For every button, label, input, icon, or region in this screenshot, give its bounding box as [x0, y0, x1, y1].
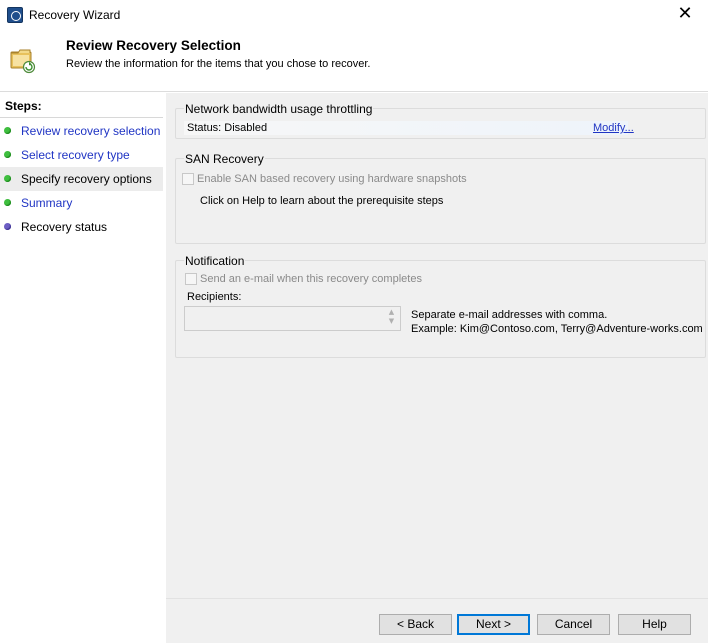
group-legend: Network bandwidth usage throttling [184, 102, 374, 116]
page-subtitle: Review the information for the items tha… [66, 58, 371, 70]
email-notification-checkbox-label: Send an e-mail when this recovery comple… [200, 273, 422, 285]
folder-restore-icon [10, 49, 36, 74]
san-recovery-checkbox[interactable] [182, 173, 194, 185]
email-notification-checkbox[interactable] [185, 273, 197, 285]
recovery-options-panel: Network bandwidth usage throttling Statu… [166, 93, 708, 643]
step-label: Review recovery selection [21, 124, 161, 138]
step-label: Recovery status [21, 220, 108, 234]
step-select-recovery-type[interactable]: Select recovery type [0, 143, 163, 167]
throttling-status: Status: Disabled [187, 122, 268, 134]
step-pending-dot-icon [4, 223, 11, 230]
back-button[interactable]: < Back [379, 614, 452, 635]
help-button[interactable]: Help [618, 614, 691, 635]
step-complete-dot-icon [4, 199, 11, 206]
steps-heading: Steps: [5, 99, 42, 113]
step-label: Select recovery type [21, 148, 130, 162]
email-separator-note-line1: Separate e-mail addresses with comma. [411, 309, 608, 321]
step-recovery-status: Recovery status [0, 215, 163, 239]
scroll-up-icon[interactable]: ▲ [386, 308, 397, 317]
wizard-button-bar: < Back Next > Cancel Help [166, 598, 708, 643]
next-button[interactable]: Next > [457, 614, 530, 635]
group-legend: Notification [184, 254, 246, 268]
email-separator-note-line2: Example: Kim@Contoso.com, Terry@Adventur… [411, 323, 703, 335]
step-complete-dot-icon [4, 127, 11, 134]
notification-group: Notification Send an e-mail when this re… [175, 254, 706, 358]
window-title: Recovery Wizard [29, 8, 121, 22]
page-title: Review Recovery Selection [66, 38, 241, 53]
step-summary[interactable]: Summary [0, 191, 163, 215]
wizard-header: Review Recovery Selection Review the inf… [0, 30, 708, 92]
recipients-input[interactable] [184, 306, 401, 331]
recipients-label: Recipients: [187, 291, 242, 303]
steps-pane: Steps: Review recovery selection Select … [0, 93, 163, 643]
step-complete-dot-icon [4, 151, 11, 158]
step-label: Summary [21, 196, 73, 210]
san-recovery-group: SAN Recovery Enable SAN based recovery u… [175, 152, 706, 244]
step-review-recovery-selection[interactable]: Review recovery selection [0, 119, 163, 143]
email-separator-note: Separate e-mail addresses with comma. Ex… [411, 308, 703, 336]
cancel-button[interactable]: Cancel [537, 614, 610, 635]
close-button[interactable]: ✕ [662, 0, 708, 30]
step-specify-recovery-options[interactable]: Specify recovery options [0, 167, 163, 191]
scroll-down-icon[interactable]: ▼ [386, 317, 397, 326]
modify-throttling-link[interactable]: Modify... [593, 122, 634, 134]
recipients-scrollbar[interactable]: ▲ ▼ [386, 308, 397, 327]
steps-divider [0, 117, 163, 118]
san-recovery-checkbox-label: Enable SAN based recovery using hardware… [197, 173, 467, 185]
step-current-dot-icon [4, 175, 11, 182]
network-throttling-group: Network bandwidth usage throttling Statu… [175, 102, 706, 139]
group-legend: SAN Recovery [184, 152, 265, 166]
title-bar: Recovery Wizard ✕ [0, 0, 708, 30]
recovery-wizard-app-icon [7, 7, 23, 23]
step-label: Specify recovery options [21, 172, 152, 186]
san-help-note: Click on Help to learn about the prerequ… [200, 195, 444, 207]
